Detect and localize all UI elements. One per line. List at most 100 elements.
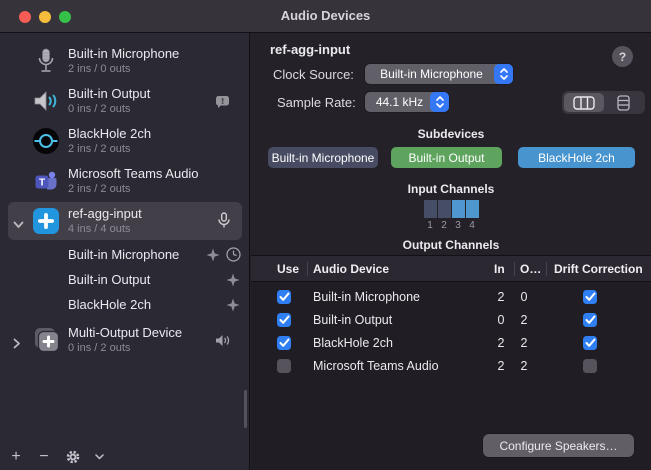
popup-stepper-icon	[494, 64, 513, 84]
table-header: Use Audio Device In O… Drift Correction	[251, 256, 651, 282]
subdevice-button-built-in-output[interactable]: Built-in Output	[391, 147, 502, 168]
speaker-icon	[31, 86, 61, 116]
device-detail: 2 ins / 2 outs	[68, 142, 151, 156]
channel-number: 4	[468, 220, 477, 231]
multi-output-device-icon	[31, 325, 61, 355]
drift-checkbox[interactable]	[583, 359, 597, 373]
device-detail: 0 ins / 2 outs	[68, 341, 182, 355]
channel-number: 3	[454, 220, 463, 231]
popup-stepper-icon	[430, 92, 449, 112]
device-sidebar: Built-in Microphone 2 ins / 0 outs Built…	[0, 33, 250, 470]
signal-spark-icon	[226, 298, 240, 317]
column-divider	[546, 262, 547, 276]
use-checkbox[interactable]	[277, 336, 291, 350]
device-detail: 4 ins / 4 outs	[68, 222, 142, 236]
sidebar-item-multi-output-device[interactable]: Multi-Output Device 0 ins / 2 outs	[0, 320, 250, 360]
channel-box	[466, 200, 479, 218]
device-detail: 2 ins / 2 outs	[68, 182, 199, 196]
sidebar-item-blackhole-2ch[interactable]: BlackHole 2ch 2 ins / 2 outs	[0, 121, 250, 161]
drift-checkbox[interactable]	[583, 336, 597, 350]
gear-icon[interactable]	[58, 450, 88, 464]
col-use[interactable]: Use	[277, 262, 299, 276]
col-in[interactable]: In	[494, 262, 505, 276]
device-detail: 2 ins / 0 outs	[68, 62, 179, 76]
use-checkbox[interactable]	[277, 359, 291, 373]
device-name: Microsoft Teams Audio	[68, 166, 199, 182]
add-device-button[interactable]: +	[2, 449, 30, 465]
table-row: BlackHole 2ch 2 2	[251, 332, 651, 355]
clock-source-popup[interactable]: Built-in Microphone	[365, 64, 513, 84]
chevron-right-icon[interactable]	[13, 336, 21, 354]
device-name: ref-agg-input	[68, 206, 142, 222]
svg-text:T: T	[39, 178, 45, 189]
row-in-count: 2	[491, 290, 511, 304]
column-divider	[514, 262, 515, 276]
teams-icon: T	[31, 166, 61, 196]
device-name: Multi-Output Device	[68, 325, 182, 341]
input-channels-title: Input Channels	[251, 182, 651, 196]
list-view-button[interactable]	[604, 93, 644, 112]
input-channels-strip	[251, 200, 651, 218]
titlebar: Audio Devices	[0, 0, 651, 33]
row-device-name: BlackHole 2ch	[313, 336, 393, 350]
sample-rate-popup[interactable]: 44.1 kHz	[365, 92, 449, 112]
row-device-name: Microsoft Teams Audio	[313, 359, 439, 373]
row-out-count: 2	[514, 313, 534, 327]
channel-number: 1	[426, 220, 435, 231]
sidebar-subitem-blackhole-2ch[interactable]: BlackHole 2ch	[0, 293, 250, 318]
row-in-count: 2	[491, 359, 511, 373]
row-device-name: Built-in Microphone	[313, 290, 420, 304]
clock-icon	[226, 247, 241, 267]
col-audio-device[interactable]: Audio Device	[313, 262, 389, 276]
subdevice-table: Use Audio Device In O… Drift Correction …	[251, 255, 651, 470]
sidebar-item-built-in-output[interactable]: Built-in Output 0 ins / 2 outs	[0, 81, 250, 121]
col-drift-correction[interactable]: Drift Correction	[554, 262, 643, 276]
row-out-count: 2	[514, 359, 534, 373]
sidebar-item-microsoft-teams-audio[interactable]: T Microsoft Teams Audio 2 ins / 2 outs	[0, 161, 250, 201]
drift-checkbox[interactable]	[583, 313, 597, 327]
signal-spark-icon	[226, 273, 240, 292]
output-device-speaker-icon	[215, 334, 230, 352]
table-row: Microsoft Teams Audio 2 2	[251, 355, 651, 378]
blackhole-icon	[31, 126, 61, 156]
device-detail: 0 ins / 2 outs	[68, 102, 150, 116]
sidebar-subitem-built-in-output[interactable]: Built-in Output	[0, 268, 250, 293]
drift-checkbox[interactable]	[583, 290, 597, 304]
chevron-down-icon[interactable]	[13, 216, 24, 234]
row-device-name: Built-in Output	[313, 313, 392, 327]
use-checkbox[interactable]	[277, 313, 291, 327]
subdevice-name: Built-in Microphone	[68, 247, 179, 262]
channel-box	[452, 200, 465, 218]
subdevice-button-blackhole-2ch[interactable]: BlackHole 2ch	[518, 147, 635, 168]
channel-numbers: 1 2 3 4	[251, 220, 651, 231]
channel-number: 2	[440, 220, 449, 231]
help-button[interactable]: ?	[612, 46, 633, 67]
channel-box	[424, 200, 437, 218]
configure-speakers-button[interactable]: Configure Speakers…	[483, 434, 634, 457]
device-settings-panel: ref-agg-input ? Clock Source: Built-in M…	[251, 33, 651, 255]
subdevice-button-built-in-microphone[interactable]: Built-in Microphone	[268, 147, 378, 168]
remove-device-button[interactable]: −	[30, 449, 58, 465]
alert-bubble-icon	[215, 95, 230, 114]
column-divider	[307, 262, 308, 276]
subdevices-title: Subdevices	[251, 127, 651, 141]
subdevice-name: Built-in Output	[68, 272, 150, 287]
sidebar-item-built-in-microphone[interactable]: Built-in Microphone 2 ins / 0 outs	[0, 41, 250, 81]
row-in-count: 0	[491, 313, 511, 327]
sample-rate-value: 44.1 kHz	[365, 95, 430, 109]
device-name: Built-in Output	[68, 86, 150, 102]
sidebar-item-ref-agg-input[interactable]: ref-agg-input 4 ins / 4 outs	[0, 201, 250, 241]
selected-device-title: ref-agg-input	[270, 42, 350, 57]
subdevice-name: BlackHole 2ch	[68, 297, 151, 312]
sidebar-scrollbar[interactable]	[244, 390, 247, 428]
use-checkbox[interactable]	[277, 290, 291, 304]
rows-icon	[617, 95, 630, 111]
channel-box	[438, 200, 451, 218]
signal-spark-icon	[206, 248, 220, 267]
sidebar-subitem-built-in-microphone[interactable]: Built-in Microphone	[0, 243, 250, 268]
chevron-down-icon[interactable]	[88, 454, 110, 460]
col-out[interactable]: O…	[520, 262, 541, 276]
microphone-icon	[31, 46, 61, 76]
columns-view-button[interactable]	[564, 93, 604, 112]
input-device-mic-icon	[218, 212, 230, 234]
